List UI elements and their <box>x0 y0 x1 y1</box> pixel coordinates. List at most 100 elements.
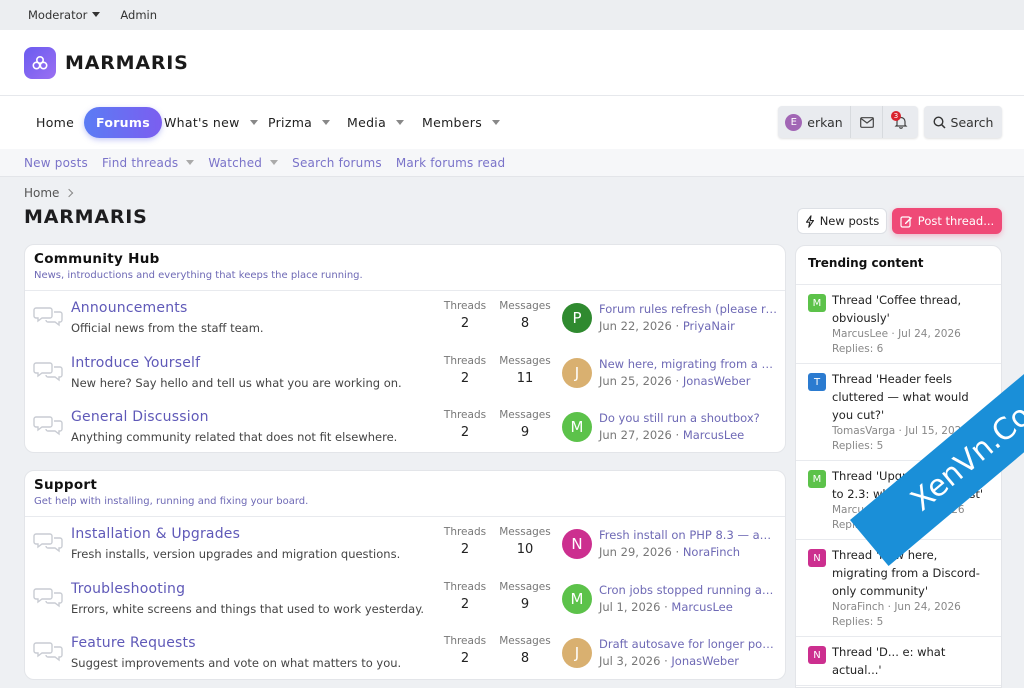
nav-whats-new[interactable]: What's new <box>164 107 258 138</box>
avatar: E <box>785 113 803 131</box>
subnav-new-posts[interactable]: New posts <box>24 156 88 170</box>
last-post-user[interactable]: MarcusLee <box>671 600 732 614</box>
forum-node[interactable]: Introduce Yourself New here? Say hello an… <box>25 346 785 401</box>
trending-thread-title[interactable]: Thread 'Header feels cluttered — what wo… <box>832 370 993 424</box>
avatar[interactable]: T <box>808 373 826 391</box>
trending-item[interactable]: N Thread 'D... e: what actual...' <box>796 637 1001 686</box>
nav-prizma[interactable]: Prizma <box>268 107 330 138</box>
last-post-user[interactable]: JonasWeber <box>671 654 739 668</box>
chevron-right-icon <box>65 188 74 198</box>
node-title[interactable]: Installation & Upgrades <box>71 526 240 542</box>
category-description: News, introductions and everything that … <box>34 270 363 281</box>
forum-node[interactable]: Feature Requests Suggest improvements and… <box>25 626 785 681</box>
threads-label: Threads <box>443 580 487 593</box>
account-button[interactable]: E erkan <box>778 106 851 138</box>
messages-count: 10 <box>516 542 534 557</box>
node-title[interactable]: Feature Requests <box>71 635 196 651</box>
avatar[interactable]: M <box>562 412 592 442</box>
category-support: Support Get help with installing, runnin… <box>24 470 786 680</box>
subnav-mark-read[interactable]: Mark forums read <box>396 156 506 170</box>
last-post-meta: Jun 27, 2026 · MarcusLee <box>599 428 744 442</box>
inbox-button[interactable] <box>851 106 883 138</box>
messages-label: Messages <box>499 580 551 593</box>
node-description: Official news from the staff team. <box>71 321 264 335</box>
trending-item[interactable]: M Thread 'Coffee thread, obviously' Marcus… <box>796 285 1001 364</box>
node-title[interactable]: General Discussion <box>71 409 209 425</box>
trending-thread-title[interactable]: Thread 'New here, migrating from a Disco… <box>832 546 993 600</box>
subnav-find-threads[interactable]: Find threads <box>102 156 194 170</box>
forum-node[interactable]: Troubleshooting Errors, white screens and… <box>25 572 785 627</box>
node-description: Anything community related that does not… <box>71 430 398 444</box>
last-post-title[interactable]: Draft autosave for longer posts <box>599 637 777 651</box>
nav-members-label: Members <box>422 115 483 130</box>
avatar[interactable]: N <box>808 646 826 664</box>
last-post-user[interactable]: JonasWeber <box>683 374 751 388</box>
forum-bubble-icon <box>33 414 63 436</box>
post-thread-button[interactable]: Post thread... <box>892 208 1002 234</box>
last-post-user[interactable]: MarcusLee <box>683 428 744 442</box>
forum-node[interactable]: General Discussion Anything community rel… <box>25 400 785 455</box>
avatar[interactable]: J <box>562 638 592 668</box>
nav-home[interactable]: Home <box>36 107 74 138</box>
trending-thread-title[interactable]: Thread 'Coffee thread, obviously' <box>832 291 993 327</box>
search-button[interactable]: Search <box>924 106 1002 138</box>
last-post-date[interactable]: Jun 29, 2026 <box>599 545 672 559</box>
last-post-title[interactable]: Forum rules refresh (please read) <box>599 302 777 316</box>
forum-bubble-icon <box>33 586 63 608</box>
forum-node[interactable]: Installation & Upgrades Fresh installs, v… <box>25 517 785 572</box>
new-posts-button[interactable]: New posts <box>797 208 887 234</box>
threads-label: Threads <box>443 354 487 367</box>
messages-label: Messages <box>499 354 551 367</box>
messages-stat: Messages 9 <box>495 409 555 440</box>
trending-title: Trending content <box>796 246 1001 285</box>
nav-forums[interactable]: Forums <box>84 107 162 138</box>
last-post-date[interactable]: Jun 27, 2026 <box>599 428 672 442</box>
last-post-title[interactable]: Fresh install on PHP 8.3 — anything to w… <box>599 528 777 542</box>
last-post-user[interactable]: NoraFinch <box>683 545 740 559</box>
nav-members[interactable]: Members <box>422 107 500 138</box>
threads-count: 2 <box>460 370 470 386</box>
trending-meta: MarcusLee · Jul 24, 2026 <box>832 328 961 340</box>
subnav-search-forums[interactable]: Search forums <box>292 156 382 170</box>
category-title[interactable]: Community Hub <box>34 251 776 267</box>
last-post-title[interactable]: Cron jobs stopped running after update <box>599 583 777 597</box>
subnav-watched[interactable]: Watched <box>208 156 278 170</box>
last-post-date[interactable]: Jun 22, 2026 <box>599 319 672 333</box>
last-post-title[interactable]: Do you still run a shoutbox? <box>599 411 777 425</box>
trending-thread-title[interactable]: Thread 'D... e: what actual...' <box>832 643 993 679</box>
threads-stat: Threads 2 <box>435 409 495 440</box>
category-header: Support Get help with installing, runnin… <box>25 471 785 517</box>
breadcrumb-home[interactable]: Home <box>24 186 59 200</box>
node-title[interactable]: Announcements <box>71 300 187 316</box>
site-title[interactable]: MARMARIS <box>65 52 189 74</box>
threads-label: Threads <box>443 526 487 538</box>
avatar[interactable]: M <box>808 470 826 488</box>
alerts-button[interactable]: 3 <box>883 106 918 138</box>
avatar[interactable]: N <box>808 549 826 567</box>
category-title[interactable]: Support <box>34 477 776 493</box>
node-title[interactable]: Troubleshooting <box>71 581 185 597</box>
nav-media[interactable]: Media <box>347 107 404 138</box>
node-description: Suggest improvements and vote on what ma… <box>71 656 402 670</box>
moderator-menu[interactable]: Moderator <box>28 8 100 22</box>
last-post-date[interactable]: Jul 3, 2026 <box>599 654 660 668</box>
breadcrumb: Home <box>24 186 74 200</box>
avatar[interactable]: N <box>562 529 592 559</box>
last-post-date[interactable]: Jun 25, 2026 <box>599 374 672 388</box>
avatar[interactable]: M <box>562 583 592 614</box>
last-post-user[interactable]: PriyaNair <box>683 319 735 333</box>
avatar[interactable]: P <box>562 303 592 333</box>
avatar[interactable]: M <box>808 294 826 312</box>
forum-node[interactable]: Announcements Official news from the staf… <box>25 291 785 346</box>
last-post-date[interactable]: Jul 1, 2026 <box>599 600 660 614</box>
separator: · <box>671 319 683 333</box>
search-icon <box>933 115 946 129</box>
logo-icon[interactable] <box>24 46 56 79</box>
user-box: E erkan 3 <box>778 106 918 138</box>
last-post-title[interactable]: New here, migrating from a Discord-only … <box>599 357 777 371</box>
avatar[interactable]: J <box>562 357 592 388</box>
node-title[interactable]: Introduce Yourself <box>71 355 200 371</box>
admin-link[interactable]: Admin <box>120 8 157 22</box>
last-post-meta: Jun 25, 2026 · JonasWeber <box>599 374 750 388</box>
separator: · <box>671 373 683 388</box>
